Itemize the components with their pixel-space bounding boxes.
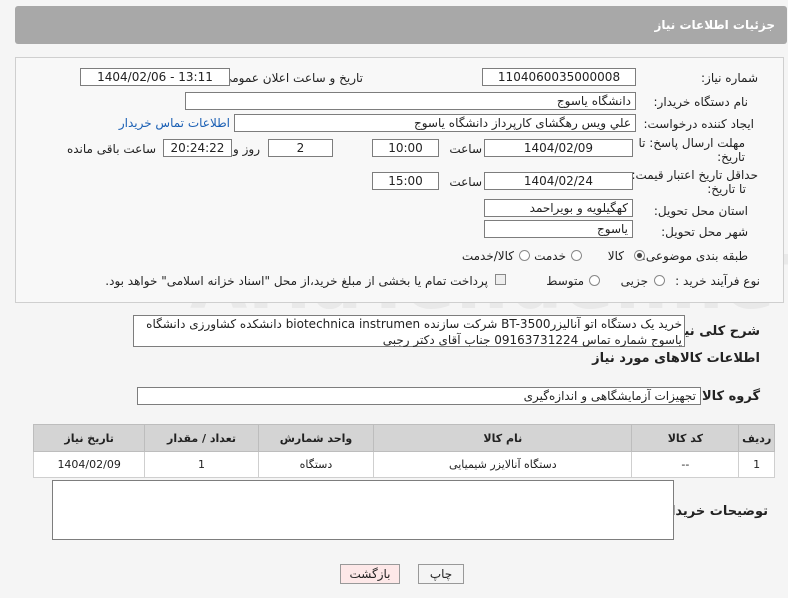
category-option-service: خدمت [534,249,566,263]
city-field[interactable]: یاسوج [484,220,633,238]
cell-date: 1404/02/09 [32,451,146,478]
process-radio-medium[interactable] [589,275,600,286]
page-header: جزئیات اطلاعات نیاز [15,6,787,44]
category-radio-goods[interactable] [634,250,645,261]
city-label: شهر محل تحویل: [661,225,748,239]
category-option-goods: کالا [607,249,624,263]
goods-section-title: اطلاعات کالاهای مورد نیاز [592,351,760,366]
treasury-note: پرداخت تمام یا بخشی از مبلغ خرید،از محل … [105,274,488,288]
goods-group-field[interactable]: تجهیزات آزمایشگاهی و اندازه‌گیری [137,387,701,405]
buyer-contact-link[interactable]: اطلاعات تماس خریدار [119,116,230,130]
category-option-goods-service: کالا/خدمت [461,249,514,263]
goods-group-label: گروه کالا: [696,389,760,404]
remaining-time-field[interactable]: 20:24:22 [163,139,232,157]
announce-label: تاریخ و ساعت اعلان عمومی: [218,71,363,85]
deadline-time-label: ساعت [449,142,482,156]
deadline-date-field[interactable]: 1404/02/09 [484,139,633,157]
province-label: استان محل تحویل: [653,204,748,218]
cell-code: -- [631,451,740,478]
category-radio-goods-service[interactable] [519,250,530,261]
days-label: روز و [233,142,260,156]
table-header-row: ردیف کد کالا نام کالا واحد شمارش تعداد /… [32,424,775,452]
announce-field[interactable]: 1404/02/06 - 13:11 [80,68,230,86]
treasury-checkbox[interactable] [495,274,506,285]
buyer-notes-box[interactable] [52,480,674,540]
col-date: تاریخ نیاز [32,424,146,452]
validity-time-field[interactable]: 15:00 [372,172,439,190]
need-number-label: شماره نیاز: [701,71,758,85]
buyer-notes-label: توضیحات خریدار: [658,504,768,519]
cell-qty: 1 [144,451,259,478]
cell-row: 1 [738,451,775,478]
validity-time-label: ساعت [449,175,482,189]
deadline-time-field[interactable]: 10:00 [372,139,439,157]
description-line-2: یاسوج شماره تماس 09163731224 جناب آقای د… [382,333,682,347]
cell-unit: دستگاه [257,451,375,478]
category-radio-service[interactable] [571,250,582,261]
description-line-1: خرید یک دستگاه اتو آنالیزرBT-3500 شرکت س… [146,317,682,331]
validity-label-date: تا تاریخ: [707,182,746,196]
province-field[interactable]: کهگیلویه و بویراحمد [484,199,633,217]
back-button[interactable]: بازگشت [340,564,400,584]
col-unit: واحد شمارش [257,424,375,452]
need-number-field[interactable]: 1104060035000008 [482,68,636,86]
process-option-medium: متوسط [546,274,584,288]
process-label: نوع فرآیند خرید : [675,274,760,288]
category-label: طبقه بندی موضوعی: [641,249,748,263]
creator-label: ایجاد کننده درخواست: [643,117,754,131]
remaining-label: ساعت باقی مانده [66,142,156,156]
cell-name: دستگاه آنالایزر شیمیایی [373,451,633,478]
buyer-org-field[interactable]: دانشگاه یاسوج [185,92,636,110]
goods-table: ردیف کد کالا نام کالا واحد شمارش تعداد /… [32,424,775,478]
col-row: ردیف [738,424,775,452]
process-option-minor: جزیی [620,274,648,288]
deadline-label-date: تاریخ: [717,150,745,164]
validity-label: حداقل تاریخ اعتبار قیمت: [631,168,758,182]
col-code: کد کالا [631,424,740,452]
table-row[interactable]: 1 -- دستگاه آنالایزر شیمیایی دستگاه 1 14… [32,451,775,478]
validity-date-field[interactable]: 1404/02/24 [484,172,633,190]
creator-field[interactable]: علي ويس رهگشای کارپرداز دانشگاه یاسوج [234,114,636,132]
buyer-org-label: نام دستگاه خریدار: [653,95,749,109]
days-field[interactable]: 2 [268,139,333,157]
deadline-label: مهلت ارسال پاسخ: تا [638,136,745,150]
print-button[interactable]: چاپ [418,564,464,584]
page-title: جزئیات اطلاعات نیاز [654,18,775,32]
col-qty: تعداد / مقدار [144,424,259,452]
process-radio-minor[interactable] [654,275,665,286]
col-name: نام کالا [373,424,633,452]
